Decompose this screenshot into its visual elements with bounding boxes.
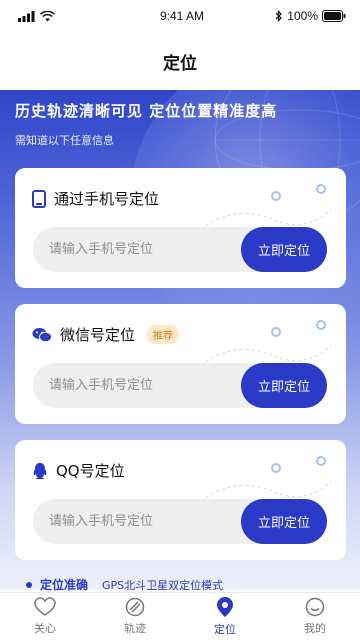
qq-input-row: 立即定位 xyxy=(33,499,327,544)
card-title: QQ号定位 xyxy=(56,462,125,480)
status-bar: 9:41 AM 100% xyxy=(0,0,360,32)
status-time: 9:41 AM xyxy=(159,9,205,23)
card-header: 通过手机号定位 xyxy=(32,188,159,209)
card-header: 微信号定位 推荐 xyxy=(32,324,180,345)
hero-title: 历史轨迹清晰可见 定位位置精准度高 xyxy=(15,102,278,120)
bottom-tab-bar: 关心 轨迹 定位 我的 xyxy=(0,592,360,640)
qq-input[interactable] xyxy=(33,499,243,544)
tab-care[interactable]: 关心 xyxy=(0,593,90,640)
smile-icon xyxy=(305,597,325,617)
card-title: 微信号定位 xyxy=(60,326,136,344)
tab-label: 关心 xyxy=(34,622,56,635)
status-right: 100% xyxy=(256,9,346,23)
battery-icon xyxy=(322,10,346,22)
locate-now-button[interactable]: 立即定位 xyxy=(241,227,327,272)
wechat-input-row: 立即定位 xyxy=(33,363,327,408)
track-icon xyxy=(125,597,145,617)
qq-icon xyxy=(33,462,47,479)
wifi-icon xyxy=(40,10,55,21)
location-pin-icon xyxy=(217,597,233,617)
feature-title: 定位准确 xyxy=(40,578,89,592)
tab-label: 我的 xyxy=(304,622,326,635)
status-left xyxy=(18,10,108,22)
card-header: QQ号定位 xyxy=(32,460,125,481)
signal-icon xyxy=(18,10,35,22)
tab-locate[interactable]: 定位 xyxy=(180,593,270,640)
tab-track[interactable]: 轨迹 xyxy=(90,593,180,640)
locate-now-button[interactable]: 立即定位 xyxy=(241,499,327,544)
tab-label: 定位 xyxy=(214,623,236,636)
wechat-input[interactable] xyxy=(33,363,243,408)
navigation-bar: 定位 xyxy=(0,32,360,90)
recommend-badge: 推荐 xyxy=(147,325,180,344)
page-title: 定位 xyxy=(163,53,197,74)
wechat-icon xyxy=(32,327,52,342)
card-title: 通过手机号定位 xyxy=(54,190,160,208)
qq-locate-card: QQ号定位 立即定位 xyxy=(15,440,346,560)
heart-icon xyxy=(34,597,56,616)
hero-subtitle: 需知道以下任意信息 xyxy=(15,134,114,147)
battery-percent: 100% xyxy=(287,9,318,23)
bullet-dot xyxy=(26,581,32,588)
wechat-locate-card: 微信号定位 推荐 立即定位 xyxy=(15,304,346,424)
tab-mine[interactable]: 我的 xyxy=(270,593,360,640)
feature-description: GPS北斗卫星双定位模式 xyxy=(102,578,224,592)
phone-number-input[interactable] xyxy=(33,227,243,272)
feature-accurate: 定位准确 GPS北斗卫星双定位模式 xyxy=(26,576,223,593)
phone-icon xyxy=(32,189,46,208)
phone-locate-card: 通过手机号定位 立即定位 xyxy=(15,168,346,288)
bluetooth-icon xyxy=(275,10,283,22)
phone-input-row: 立即定位 xyxy=(33,227,327,272)
tab-label: 轨迹 xyxy=(124,622,146,635)
locate-now-button[interactable]: 立即定位 xyxy=(241,363,327,408)
